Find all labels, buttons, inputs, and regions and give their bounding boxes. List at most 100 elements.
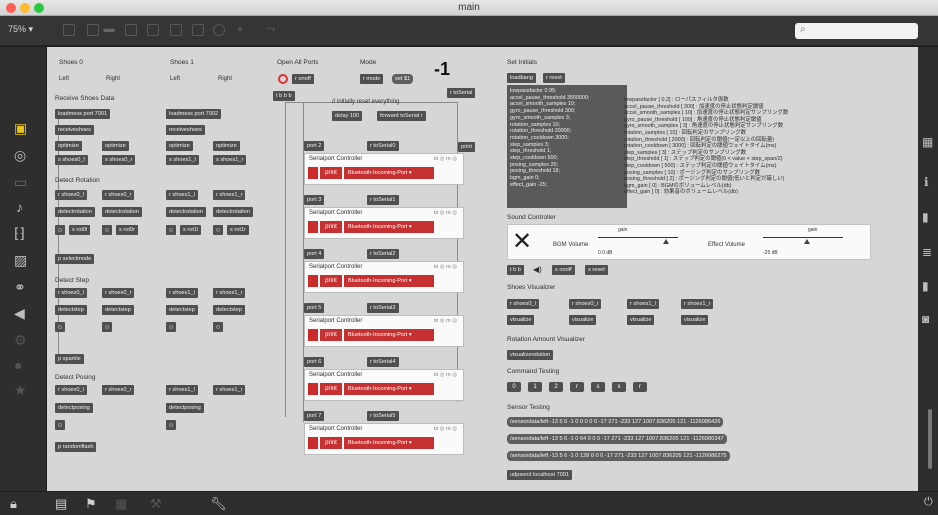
receive-object[interactable]: r shoes0_l: [55, 190, 87, 200]
scroll-handle[interactable]: [928, 409, 932, 469]
bang-button[interactable]: [166, 225, 176, 235]
optimize-object[interactable]: optimize: [213, 141, 240, 151]
serialport-print-button[interactable]: print: [320, 383, 342, 395]
button-icon[interactable]: [125, 24, 137, 36]
sparkle-object[interactable]: p sparkle: [55, 354, 84, 364]
receive-object[interactable]: r shoes0_l: [55, 385, 87, 395]
delay-object[interactable]: delay 100: [332, 111, 363, 121]
search-input[interactable]: ⌕: [795, 23, 918, 39]
set-message[interactable]: set $1: [392, 74, 414, 84]
receive-toserial-object[interactable]: r toSerial4: [367, 357, 399, 367]
serialport-print-button[interactable]: print: [320, 275, 342, 287]
randomflash-object[interactable]: p randomflash: [55, 442, 97, 452]
selectmode-object[interactable]: p selectmode: [55, 254, 95, 264]
bang-button[interactable]: [213, 322, 223, 332]
receive-toserial-object[interactable]: r toSerial5: [367, 411, 399, 421]
bgm-volume-knob[interactable]: [663, 239, 669, 244]
optimize-object[interactable]: optimize: [166, 141, 193, 151]
image-icon[interactable]: ▨: [14, 252, 27, 269]
port-message[interactable]: port 2: [304, 141, 325, 151]
bang-button[interactable]: [166, 420, 176, 430]
receive-toserial-object[interactable]: r toSerial1: [367, 195, 399, 205]
detectposing-object[interactable]: detectposing: [55, 403, 93, 413]
circle-icon[interactable]: ●: [14, 357, 22, 373]
receive-object[interactable]: r shoes1_r: [213, 385, 246, 395]
serialport-print-button[interactable]: print: [320, 329, 342, 341]
serialport-dropdown[interactable]: Bluetooth-Incoming-Port ▾: [344, 221, 434, 233]
visualize-object[interactable]: visualize: [681, 315, 709, 325]
receive-toserial-object[interactable]: r toSerial2: [367, 249, 399, 259]
command-message[interactable]: 2: [549, 382, 563, 392]
serialport-dropdown[interactable]: Bluetooth-Incoming-Port ▾: [344, 383, 434, 395]
detectrotation-object[interactable]: detectrotation: [166, 207, 206, 217]
sensor-message[interactable]: /sensordata/left -13 5 6 -1 0 0 0 0 0 -1…: [507, 417, 724, 427]
link-icon[interactable]: ⚭: [14, 279, 26, 296]
udpsend-object[interactable]: udpsend localhost 7001: [507, 470, 573, 480]
plus-icon[interactable]: +: [234, 23, 246, 36]
info-icon[interactable]: ℹ: [924, 175, 929, 189]
command-message[interactable]: r: [633, 382, 647, 392]
send-reset-object[interactable]: s reset: [585, 265, 608, 275]
serialport-print-button[interactable]: print: [320, 167, 342, 179]
send-object[interactable]: s shoes1_l: [166, 155, 199, 165]
camera-icon[interactable]: ◙: [922, 312, 929, 326]
effect-volume-knob[interactable]: [804, 239, 810, 244]
trigger-object[interactable]: t b b b: [273, 91, 295, 101]
loadmess-object[interactable]: loadmess port 7002: [166, 109, 222, 119]
serialport-dropdown[interactable]: Bluetooth-Incoming-Port ▾: [344, 437, 434, 449]
serialport-dropdown[interactable]: Bluetooth-Incoming-Port ▾: [344, 329, 434, 341]
receive-object[interactable]: r shoes0_r: [569, 299, 602, 309]
serialport-toggle[interactable]: [308, 275, 318, 287]
dial-icon[interactable]: [213, 24, 225, 36]
print-object[interactable]: print: [458, 142, 475, 152]
send-object[interactable]: s rot1l: [180, 225, 202, 235]
receive-toserial-object[interactable]: r toSerial0: [367, 141, 399, 151]
command-message[interactable]: s: [591, 382, 605, 392]
settings-icon[interactable]: ◎: [14, 147, 26, 164]
visualize-object[interactable]: visualize: [627, 315, 655, 325]
forward-object[interactable]: forward toSerial r: [377, 111, 426, 121]
receive-object[interactable]: r shoes0_l: [507, 299, 539, 309]
send-object[interactable]: s shoes0_l: [55, 155, 88, 165]
serialport-toggle[interactable]: [308, 167, 318, 179]
receive-onoff-object[interactable]: r onoff: [292, 74, 314, 84]
port-message[interactable]: port 7: [304, 411, 325, 421]
flag-icon[interactable]: ⚑: [85, 496, 97, 512]
receive-reset-object[interactable]: r reset: [543, 73, 565, 83]
slider-icon[interactable]: [192, 24, 204, 36]
sensor-message[interactable]: /sensordata/left -13 5 6 -1 0 64 0 0 0 -…: [507, 434, 727, 444]
new-object-icon[interactable]: [63, 24, 75, 36]
bracket-icon[interactable]: ⁅⁆: [14, 225, 25, 242]
receive-object[interactable]: r shoes0_l: [55, 288, 87, 298]
power-icon[interactable]: ⏻: [924, 496, 933, 509]
command-message[interactable]: 1: [528, 382, 542, 392]
columns-icon[interactable]: ▮: [922, 210, 929, 224]
send-object[interactable]: s shoes1_r: [213, 155, 247, 165]
send-onoff-object[interactable]: s onoff: [552, 265, 575, 275]
wand-icon[interactable]: ⚒: [150, 496, 162, 512]
grid-icon[interactable]: ▦: [115, 496, 127, 512]
serialport-print-button[interactable]: print: [320, 437, 342, 449]
loadbang-object[interactable]: loadbang: [507, 73, 537, 83]
zoom-level[interactable]: 75% ▾: [8, 24, 33, 35]
comment-icon[interactable]: ▬: [103, 24, 115, 36]
grid-icon[interactable]: ▦: [922, 135, 933, 149]
mute-icon[interactable]: ✕: [512, 227, 532, 257]
send-object[interactable]: s rot0l: [69, 225, 91, 235]
receive-object[interactable]: r shoes1_r: [213, 190, 246, 200]
serialport-toggle[interactable]: [308, 221, 318, 233]
receive-object[interactable]: r shoes0_r: [102, 288, 135, 298]
receive-object[interactable]: r shoes0_r: [102, 385, 135, 395]
optimize-object[interactable]: optimize: [55, 141, 82, 151]
serialport-toggle[interactable]: [308, 383, 318, 395]
number-icon[interactable]: [170, 24, 182, 36]
table-icon[interactable]: ▭: [14, 174, 27, 191]
receive-object[interactable]: r shoes1_r: [213, 288, 246, 298]
receive-toserial-object[interactable]: r toSerial: [447, 88, 476, 98]
detectstep-object[interactable]: detectstep: [166, 305, 198, 315]
bang-button[interactable]: [55, 322, 65, 332]
receive-object[interactable]: r shoes0_r: [102, 190, 135, 200]
receiveshoes-object[interactable]: receiveshoes: [55, 125, 94, 135]
port-message[interactable]: port 3: [304, 195, 325, 205]
lock-icon[interactable]: 🔒︎: [10, 496, 17, 512]
